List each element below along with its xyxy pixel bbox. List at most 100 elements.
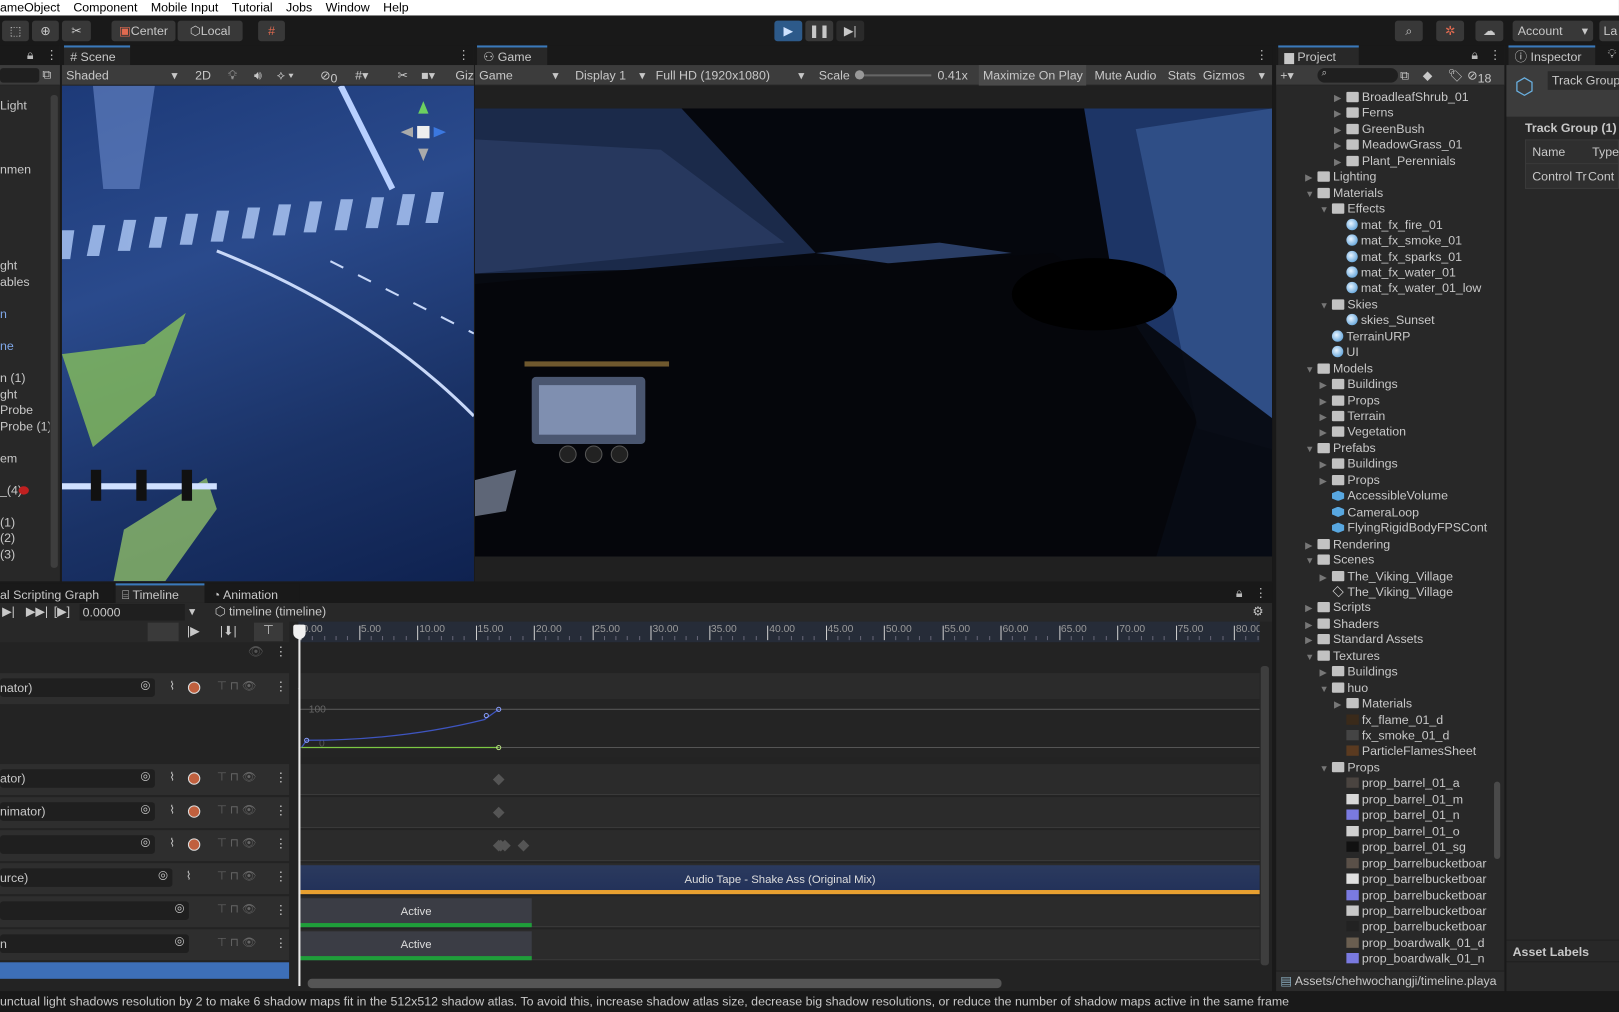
project-item[interactable]: ▶ Props (1320, 473, 1380, 488)
project-item[interactable]: prop_barrel_01_n (1334, 808, 1460, 823)
pause-button[interactable]: ❚❚ (805, 20, 834, 42)
project-item[interactable]: UI (1320, 345, 1359, 360)
project-item[interactable]: ▶ Vegetation (1320, 425, 1406, 440)
lock-icon[interactable]: 🔒︎ (27, 47, 34, 62)
menu-jobs[interactable]: Jobs (286, 0, 312, 14)
keyframe-marker[interactable] (517, 839, 530, 852)
track-header[interactable]: n ◎ ⊤ ⊓ 👁︎ ⋮ (0, 929, 290, 961)
track-header[interactable]: nator) ◎ ⌇ ⊤ ⊓ 👁︎ ⋮ (0, 673, 290, 705)
menu-gameobject[interactable]: ameObject (0, 0, 60, 14)
more-icon[interactable]: ⋮ (1256, 47, 1268, 61)
hierarchy-item[interactable]: Light (0, 98, 27, 113)
object-name-field[interactable]: Track Group (1547, 71, 1619, 90)
expanded-arrow-icon[interactable]: ▼ (1305, 187, 1317, 202)
collapsed-arrow-icon[interactable]: ▶ (1334, 139, 1346, 154)
collapsed-arrow-icon[interactable]: ▶ (1320, 410, 1332, 425)
collapsed-arrow-icon[interactable]: ▶ (1334, 91, 1346, 106)
collapsed-arrow-icon[interactable]: ▶ (1320, 458, 1332, 473)
project-item[interactable]: ▶ Buildings (1320, 664, 1398, 679)
hierarchy-search-input[interactable] (0, 68, 40, 83)
expanded-arrow-icon[interactable]: ▼ (1305, 442, 1317, 457)
object-picker-icon[interactable]: ◎ (140, 769, 150, 782)
track-binding-field[interactable]: n (0, 934, 189, 953)
activation-clip[interactable]: Active (300, 931, 532, 961)
track-binding-field[interactable]: ator) (0, 769, 155, 788)
track-header[interactable]: ator) ◎ ⌇ ⊤ ⊓ 👁︎ ⋮ (0, 764, 290, 796)
project-item[interactable]: ▼ Prefabs (1305, 441, 1376, 456)
search-icon[interactable]: ⌕ (1394, 20, 1423, 42)
scale-slider-handle[interactable] (854, 70, 865, 80)
grid-snap-icon[interactable]: # (258, 20, 285, 42)
step-button[interactable]: ▶| (836, 20, 865, 42)
hierarchy-item[interactable]: n (0, 307, 7, 322)
object-picker-icon[interactable]: ◎ (140, 835, 150, 848)
collapsed-arrow-icon[interactable]: ▶ (1320, 665, 1332, 680)
collapsed-arrow-icon[interactable]: ▶ (1305, 633, 1317, 648)
track-header-selected[interactable] (0, 962, 290, 979)
menu-mobile-input[interactable]: Mobile Input (151, 0, 218, 14)
custom-tool-icon[interactable]: ✂ (61, 20, 91, 42)
table-cell-name[interactable]: Control Tr (1532, 169, 1586, 183)
keyframe-marker[interactable] (492, 773, 505, 786)
hierarchy-item[interactable]: em (0, 451, 17, 466)
curves-toggle-icon[interactable]: ⌇ (169, 679, 175, 692)
object-picker-icon[interactable]: ◎ (174, 901, 184, 914)
expanded-arrow-icon[interactable]: ▼ (1320, 298, 1332, 313)
track-binding-field[interactable]: urce) (0, 868, 173, 887)
create-button[interactable]: +▾ (1280, 68, 1293, 82)
project-item[interactable]: ▶ Rendering (1305, 536, 1390, 551)
track-lane[interactable] (298, 830, 1260, 862)
object-picker-icon[interactable]: ◎ (140, 802, 150, 815)
project-item[interactable]: skies_Sunset (1334, 313, 1435, 328)
hierarchy-item[interactable]: ght (0, 387, 17, 402)
curves-toggle-icon[interactable]: ⌇ (186, 869, 192, 882)
grid-icon[interactable]: #▾ (355, 68, 368, 82)
project-item[interactable]: prop_barrelbucketboar (1334, 903, 1487, 918)
lock-icon[interactable]: ⊤ ⊓ 👁︎ (217, 935, 256, 948)
track-header[interactable]: ◎ ⊤ ⊓ 👁︎ ⋮ (0, 896, 290, 928)
filter-by-label-icon[interactable]: 🏷︎ (1448, 68, 1464, 82)
project-item[interactable]: ▶ Shaders (1305, 616, 1379, 631)
gizmos-toggle[interactable]: Gizmos (1203, 68, 1245, 82)
layers-dropdown[interactable]: La (1599, 20, 1619, 42)
project-item[interactable]: prop_barrelbucketboar (1334, 856, 1487, 871)
rect-tool-icon[interactable]: ⬚ (2, 20, 29, 42)
collapsed-arrow-icon[interactable]: ▶ (1320, 394, 1332, 409)
track-lane[interactable]: Active (298, 929, 1260, 961)
project-item[interactable]: ▶ MeadowGrass_01 (1334, 138, 1462, 153)
track-header[interactable]: ◎ ⌇ ⊤ ⊓ 👁︎ ⋮ (0, 830, 290, 862)
more-icon[interactable]: ⋮ (275, 902, 287, 916)
hierarchy-item[interactable]: n (1) (0, 371, 25, 386)
lock-icon[interactable]: 🔒︎ (1471, 47, 1478, 62)
project-item[interactable]: The_Viking_Village (1320, 584, 1453, 599)
track-lane[interactable] (298, 797, 1260, 829)
collapsed-arrow-icon[interactable]: ▶ (1305, 601, 1317, 616)
hierarchy-item[interactable]: (1) (0, 515, 15, 530)
resolution-dropdown[interactable]: Full HD (1920x1080) (656, 68, 770, 82)
track-lane[interactable] (298, 764, 1260, 796)
curve-editor[interactable]: 100 0 (298, 699, 1260, 757)
curves-toggle-icon[interactable]: ⌇ (169, 836, 175, 849)
project-item[interactable]: ▶ GreenBush (1334, 122, 1425, 137)
project-item[interactable]: ▶ Plant_Perennials (1334, 154, 1456, 169)
more-icon[interactable]: ⋮ (275, 869, 287, 883)
track-lane[interactable]: Audio Tape - Shake Ass (Original Mix) (298, 863, 1260, 895)
lock-icon[interactable]: ⊤ ⊓ 👁︎ (217, 836, 256, 849)
project-item[interactable]: AccessibleVolume (1320, 489, 1448, 504)
collapsed-arrow-icon[interactable]: ▶ (1334, 155, 1346, 170)
project-item[interactable]: CameraLoop (1320, 505, 1419, 520)
search-by-type-icon[interactable]: ⧉ (1400, 68, 1409, 83)
more-icon[interactable]: ⋮ (275, 770, 287, 784)
more-icon[interactable]: ⋮ (275, 803, 287, 817)
project-item[interactable]: ▶ Scripts (1305, 600, 1371, 615)
asset-labels-header[interactable]: Asset Labels (1506, 939, 1619, 963)
more-icon[interactable]: ⋮ (1489, 47, 1501, 61)
project-item[interactable]: ▼ Scenes (1305, 552, 1374, 567)
lighting-tab-icon[interactable]: 💡︎ (1608, 46, 1617, 61)
record-button[interactable] (187, 805, 201, 818)
project-item[interactable]: ▶ Buildings (1320, 377, 1398, 392)
track-binding-field[interactable]: nator) (0, 678, 155, 697)
tab-game[interactable]: ⚇ Game (477, 45, 548, 66)
expanded-arrow-icon[interactable]: ▼ (1320, 203, 1332, 218)
lock-icon[interactable]: ⊤ ⊓ 👁︎ (217, 869, 256, 882)
